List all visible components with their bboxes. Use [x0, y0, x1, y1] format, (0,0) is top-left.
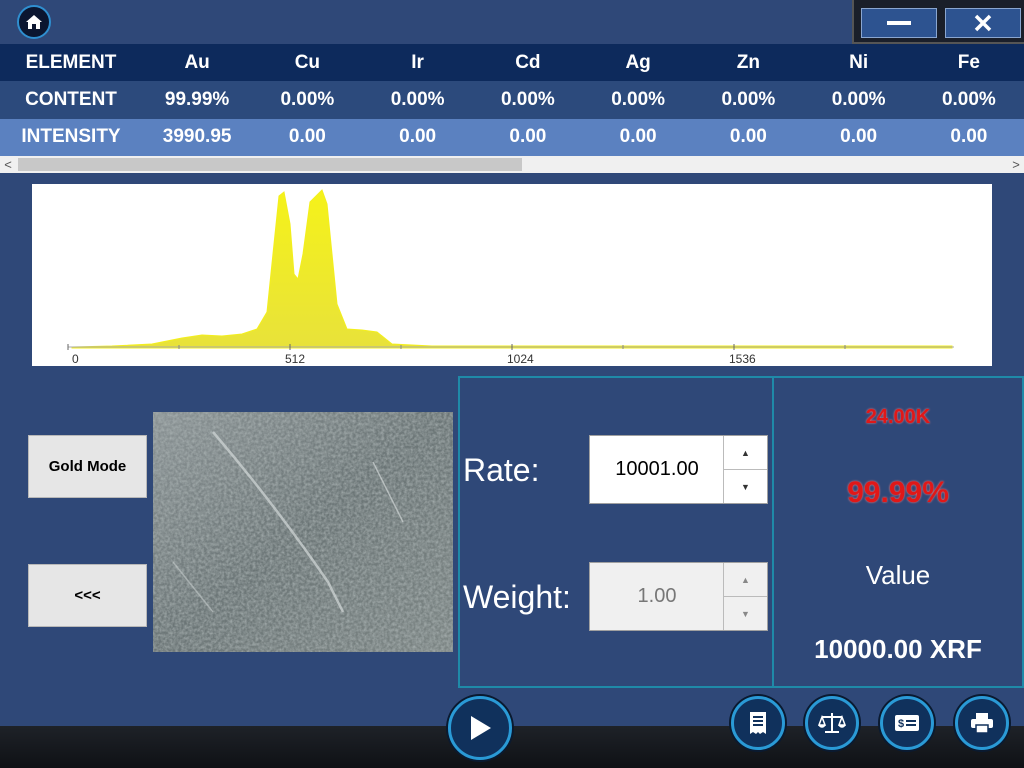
table-header: Cu	[294, 51, 321, 73]
close-icon	[974, 14, 992, 32]
table-header: ELEMENT	[25, 51, 117, 73]
table-cell: 0.00%	[500, 88, 555, 110]
value-amount: 10000.00 XRF	[814, 634, 982, 664]
table-cell: 0.00%	[941, 88, 996, 110]
scroll-right-arrow[interactable]: >	[1008, 156, 1024, 173]
table-header: Ni	[849, 51, 869, 73]
money-button[interactable]: $	[880, 696, 934, 750]
tick-label: 512	[285, 352, 305, 366]
table-header: Ag	[625, 51, 651, 73]
table-cell: INTENSITY	[21, 126, 121, 148]
purity-value: 99.99%	[847, 476, 949, 509]
weight-label: Weight:	[463, 579, 571, 615]
table-cell: 99.99%	[164, 88, 230, 110]
table-cell: 0.00	[399, 126, 437, 148]
table-cell: 0.00%	[611, 88, 666, 110]
rate-input[interactable]: 10001.00	[590, 436, 724, 503]
tick-label: 0	[72, 352, 79, 366]
rate-weight-panel: Rate: 10001.00 ▲ ▼ Weight: 1.00 ▲ ▼	[458, 376, 774, 688]
element-header-row: ELEMENT Au Cu Ir Cd Ag Zn Ni Fe	[0, 44, 1024, 82]
scale-icon	[818, 713, 846, 733]
table-cell: 0.00%	[280, 88, 335, 110]
sample-camera-image	[153, 412, 453, 652]
table-header: Fe	[957, 51, 980, 73]
gold-mode-button[interactable]: Gold Mode	[28, 435, 147, 498]
table-cell: 0.00%	[721, 88, 776, 110]
minimize-icon	[887, 21, 911, 25]
svg-text:$: $	[898, 718, 904, 730]
table-cell: 0.00%	[390, 88, 445, 110]
table-cell: 0.00	[619, 126, 657, 148]
bottom-toolbar	[0, 726, 1024, 768]
rate-up-button[interactable]: ▲	[724, 436, 767, 470]
result-panel: 24.00K 99.99% Value 10000.00 XRF	[772, 376, 1024, 688]
value-label: Value	[865, 560, 931, 590]
minimize-button[interactable]	[861, 8, 937, 38]
table-cell: 0.00	[729, 126, 767, 148]
table-cell: CONTENT	[25, 88, 117, 110]
print-button[interactable]	[955, 696, 1009, 750]
karat-value: 24.00K	[865, 406, 931, 428]
weight-down-button[interactable]: ▼	[724, 597, 767, 630]
home-icon	[26, 15, 42, 29]
content-row: CONTENT 99.99% 0.00% 0.00% 0.00% 0.00% 0…	[0, 81, 1024, 119]
table-cell: 0.00	[288, 126, 326, 148]
spectrum-svg: 0 512 1024 1536	[67, 189, 954, 366]
scroll-left-arrow[interactable]: <	[0, 156, 16, 173]
rate-stepper[interactable]: 10001.00 ▲ ▼	[589, 435, 768, 504]
rate-down-button[interactable]: ▼	[724, 470, 767, 503]
table-header: Ir	[411, 51, 424, 73]
table-cell: 0.00	[840, 126, 878, 148]
start-measure-button[interactable]	[448, 696, 512, 760]
table-scrollbar[interactable]: < >	[0, 156, 1024, 173]
close-button[interactable]	[945, 8, 1021, 38]
receipt-button[interactable]	[731, 696, 785, 750]
play-icon	[471, 716, 491, 740]
table-cell: 0.00	[950, 126, 988, 148]
receipt-icon	[750, 712, 766, 734]
rate-label: Rate:	[463, 452, 540, 488]
back-button[interactable]: <<<	[28, 564, 147, 627]
window-controls	[852, 0, 1024, 44]
weight-input[interactable]: 1.00	[590, 563, 724, 630]
tick-label: 1024	[507, 352, 534, 366]
spectrum-chart: 0 512 1024 1536	[32, 184, 992, 366]
weight-up-button[interactable]: ▲	[724, 563, 767, 597]
intensity-row[interactable]: INTENSITY 3990.95 0.00 0.00 0.00 0.00 0.…	[0, 118, 1024, 156]
printer-icon	[971, 713, 993, 734]
tick-label: 1536	[729, 352, 756, 366]
table-header: Au	[184, 51, 210, 73]
table-header: Zn	[736, 51, 760, 73]
weight-stepper[interactable]: 1.00 ▲ ▼	[589, 562, 768, 631]
table-cell: 0.00%	[831, 88, 886, 110]
table-cell: 3990.95	[162, 126, 232, 148]
element-table: ELEMENT Au Cu Ir Cd Ag Zn Ni Fe CONTENT …	[0, 44, 1024, 156]
spectrum-area	[71, 189, 953, 349]
table-header: Cd	[515, 51, 541, 73]
scroll-thumb[interactable]	[18, 158, 522, 171]
scale-button[interactable]	[805, 696, 859, 750]
home-button[interactable]	[17, 5, 51, 39]
table-cell: 0.00	[509, 126, 547, 148]
money-icon: $	[895, 715, 919, 731]
